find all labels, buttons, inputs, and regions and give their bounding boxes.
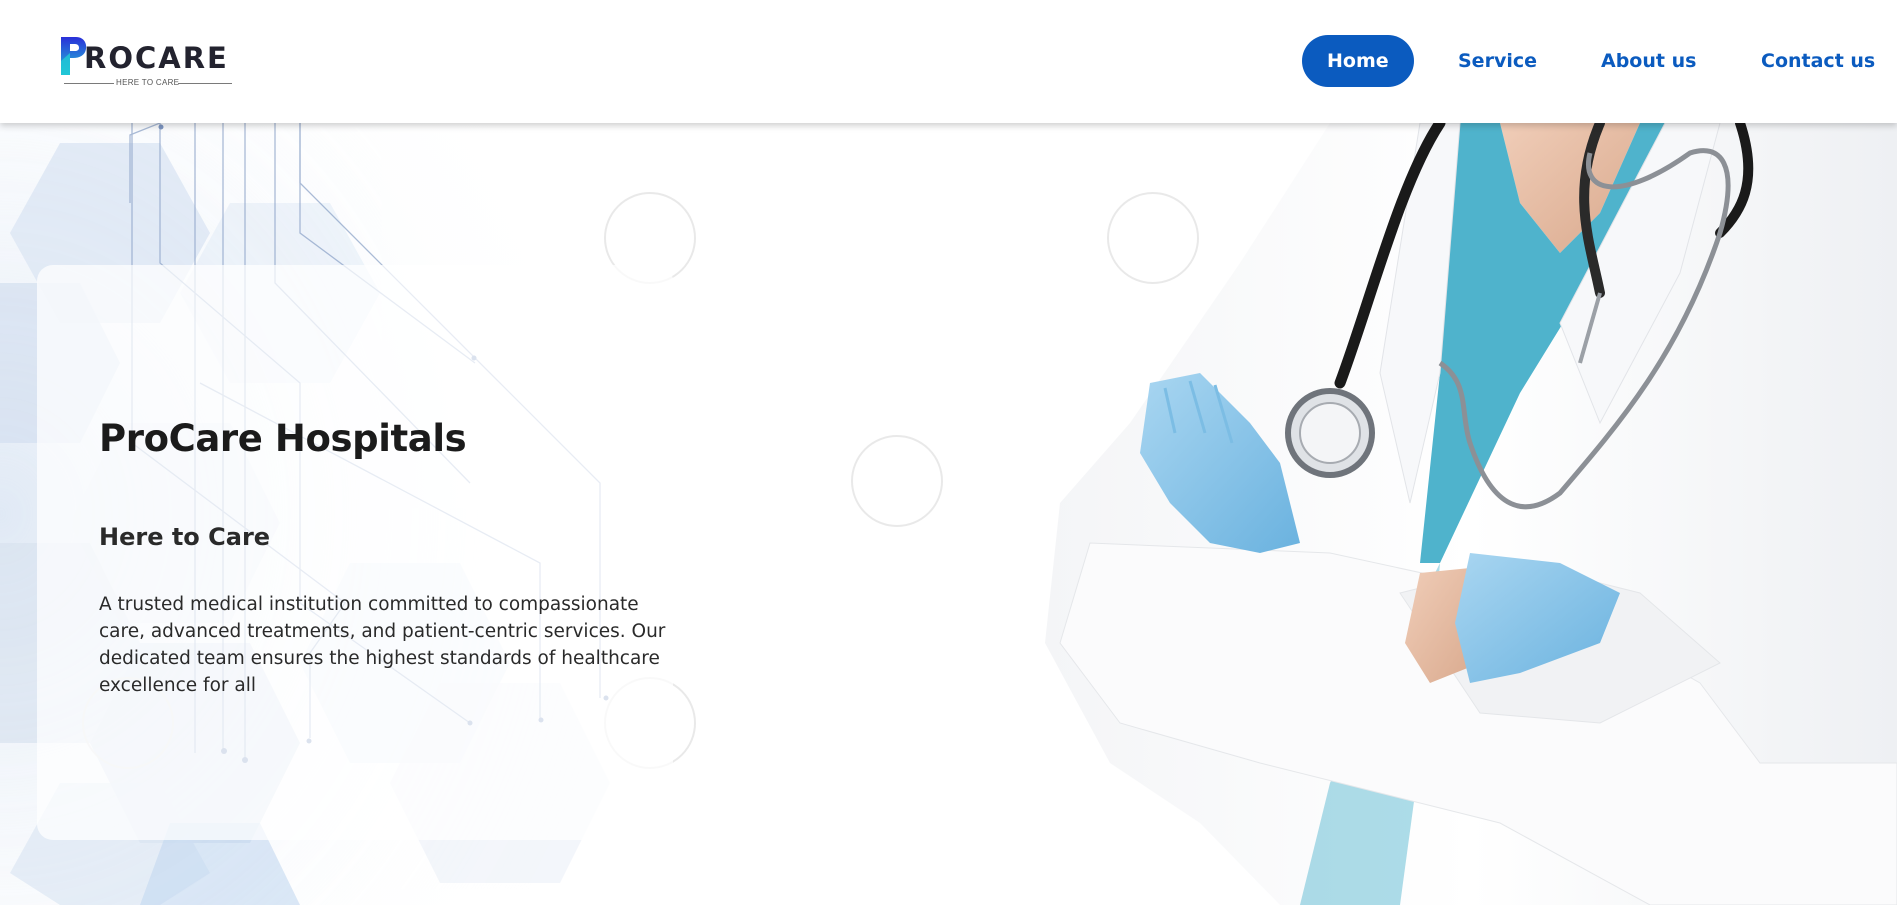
site-header: ROCARE HERE TO CARE Home Service About u…	[0, 0, 1897, 123]
logo-wordmark: ROCARE	[84, 41, 229, 75]
nav-contact-us-link[interactable]: Contact us	[1761, 35, 1875, 87]
hero-description: A trusted medical institution committed …	[99, 594, 666, 696]
hero-info-card: ProCare Hospitals Here to Care A trusted…	[37, 265, 673, 840]
hero-subtitle: Here to Care	[99, 523, 271, 551]
logo-divider	[178, 83, 232, 84]
nav-service-link[interactable]: Service	[1458, 35, 1537, 87]
nav-about-us-link[interactable]: About us	[1601, 35, 1696, 87]
hero-title: ProCare Hospitals	[99, 417, 467, 460]
nav-home-link[interactable]: Home	[1302, 35, 1414, 87]
logo-tagline: HERE TO CARE	[116, 78, 180, 87]
procare-logo[interactable]: ROCARE HERE TO CARE	[58, 33, 238, 89]
doctor-illustration	[1045, 123, 1897, 905]
hero-section: ProCare Hospitals Here to Care A trusted…	[0, 123, 1897, 905]
logo-divider	[64, 83, 114, 84]
